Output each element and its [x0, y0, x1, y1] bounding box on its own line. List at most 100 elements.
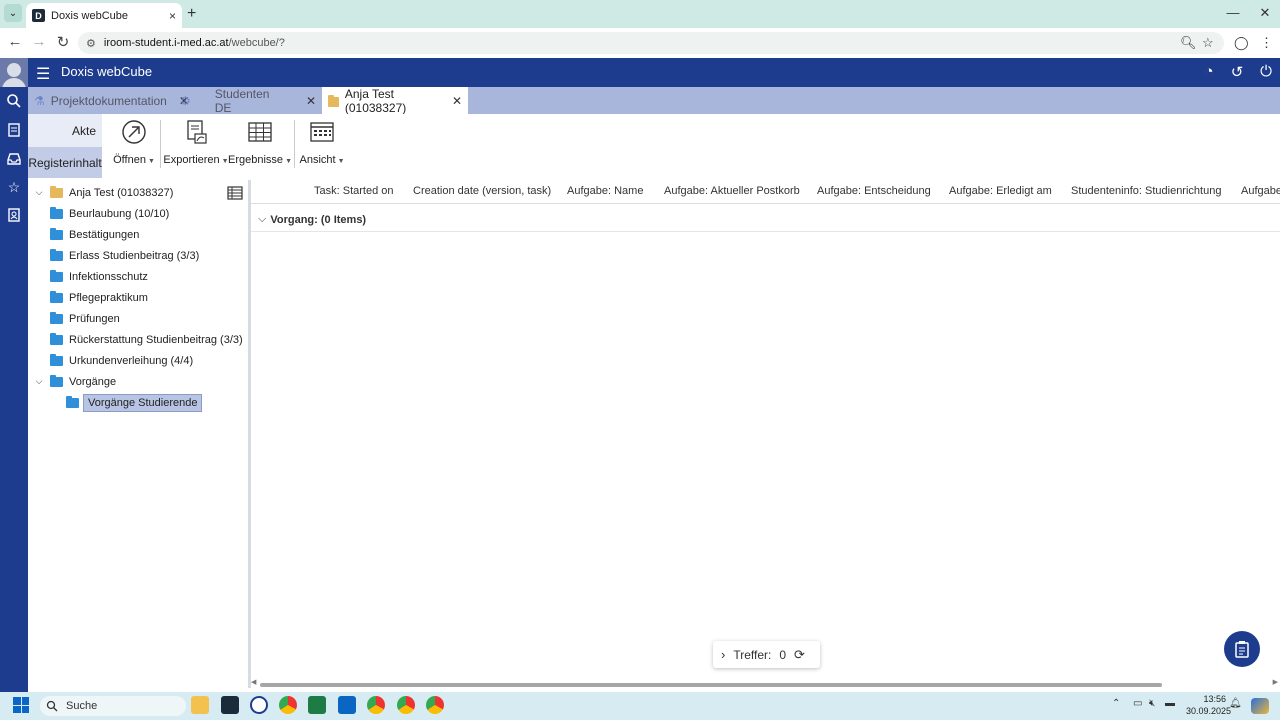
tab-close-icon[interactable]: ✕	[452, 94, 462, 108]
tree-item[interactable]: Bestätigungen	[28, 224, 248, 245]
horizontal-scrollbar[interactable]: ◀ ▶	[251, 678, 1280, 689]
folder-icon	[50, 269, 63, 282]
folder-icon	[50, 311, 63, 324]
hit-count-bar: › Treffer: 0 ⟳	[713, 641, 820, 668]
tree-item[interactable]: Pflegepraktikum	[28, 287, 248, 308]
scroll-left-icon[interactable]: ◀	[251, 678, 256, 686]
ribbon-tab-registerinhalt[interactable]: Registerinhalt	[28, 147, 102, 178]
user-avatar[interactable]	[0, 58, 28, 87]
copilot-icon[interactable]	[1251, 698, 1269, 714]
column-settings-icon[interactable]	[227, 185, 243, 201]
refresh-icon[interactable]: ⟳	[794, 647, 805, 663]
volume-muted-icon[interactable]: 🔇︎	[1149, 698, 1155, 709]
forward-button[interactable]: →	[28, 33, 50, 50]
tab-search-button[interactable]: ⌄	[4, 4, 22, 22]
users-icon: ⚙	[180, 93, 191, 108]
excel-icon[interactable]	[308, 696, 326, 714]
menu-hamburger-icon[interactable]: ☰	[36, 64, 50, 84]
tree-item[interactable]: Infektionsschutz	[28, 266, 248, 287]
oeffnen-button[interactable]: Öffnen ▼	[112, 118, 156, 166]
tab-anja-test[interactable]: Anja Test (01038327) ✕	[322, 87, 468, 115]
ansicht-button[interactable]: Ansicht ▼	[300, 118, 345, 166]
column-header[interactable]: Aufgabe: Entscheidung	[817, 185, 931, 197]
column-header[interactable]: Aufgabe: Aktueller Postkorb	[664, 185, 800, 197]
outlook-icon[interactable]	[338, 696, 356, 714]
new-tab-button[interactable]: +	[187, 5, 196, 23]
terminal-app-icon[interactable]	[221, 696, 239, 714]
export-pdf-icon	[187, 120, 207, 144]
app-icon[interactable]	[250, 696, 268, 714]
history-icon[interactable]: ↺	[1228, 63, 1246, 81]
column-header[interactable]: Aufgabe	[1241, 185, 1280, 197]
tree-item[interactable]: ⌵ Vorgänge	[28, 371, 248, 392]
dashboard-gauge-icon[interactable]: ◔	[1200, 63, 1218, 81]
folder-icon	[50, 227, 63, 240]
column-header[interactable]: Aufgabe: Erledigt am	[949, 185, 1052, 197]
window-minimize-button[interactable]: —	[1218, 5, 1248, 20]
exportieren-button[interactable]: Exportieren ▼	[163, 118, 229, 166]
favorites-star-icon[interactable]: ☆	[5, 179, 23, 197]
chrome-profile-icon[interactable]	[426, 696, 444, 714]
calendar-view-icon	[310, 122, 334, 142]
column-header[interactable]: Studenteninfo: Studienrichtung	[1071, 185, 1221, 197]
column-header[interactable]: Task: Started on	[314, 185, 394, 197]
ribbon-tab-akte[interactable]: Akte	[28, 114, 102, 147]
inbox-icon[interactable]	[5, 151, 23, 169]
taskbar-search-placeholder: Suche	[66, 700, 98, 712]
tab-studenten-de[interactable]: ⚙ Studenten DE ✕	[174, 86, 322, 115]
chrome-profile-icon[interactable]	[397, 696, 415, 714]
chevron-down-icon[interactable]: ⌵	[258, 213, 266, 226]
zoom-icon[interactable]: 🔍︎	[1180, 35, 1197, 51]
collapse-chevron-icon[interactable]: ⌵	[34, 376, 44, 387]
tree-item-vorgaenge-studierende[interactable]: Vorgänge Studierende	[28, 392, 248, 413]
profile-icon[interactable]: ◯	[1234, 35, 1249, 51]
group-row[interactable]: ⌵ Vorgang: (0 Items)	[258, 213, 366, 226]
bookmark-star-icon[interactable]: ☆	[1202, 35, 1214, 51]
collapse-chevron-icon[interactable]: ⌵	[34, 187, 44, 198]
address-bar[interactable]: ⚙ iroom-student.i-med.ac.at/webcube/?	[78, 32, 1224, 54]
network-icon[interactable]: ▭	[1133, 698, 1142, 709]
reload-button[interactable]: ↻	[52, 33, 74, 51]
search-icon[interactable]	[5, 93, 23, 111]
tab-label: Studenten DE	[214, 86, 270, 115]
tree-item[interactable]: Beurlaubung (10/10)	[28, 203, 248, 224]
taskbar-search[interactable]: Suche	[40, 696, 186, 716]
doxis-favicon-icon: D	[32, 9, 45, 22]
column-header[interactable]: Aufgabe: Name	[567, 185, 643, 197]
battery-icon[interactable]: ▬	[1165, 698, 1175, 709]
ergebnisse-button[interactable]: Ergebnisse ▼	[228, 118, 292, 166]
tree-item[interactable]: Urkundenverleihung (4/4)	[28, 350, 248, 371]
browser-tab[interactable]: D Doxis webCube ×	[26, 3, 182, 28]
system-clock[interactable]: 13:56 30.09.2025	[1186, 693, 1231, 717]
browser-menu-icon[interactable]: ⋮	[1260, 35, 1273, 51]
tree-item-label: Pflegepraktikum	[69, 291, 148, 304]
tray-overflow-chevron-icon[interactable]: ⌃	[1112, 698, 1120, 709]
chrome-profile-icon[interactable]	[367, 696, 385, 714]
windows-start-icon[interactable]	[13, 697, 29, 713]
power-icon[interactable]: ⏻	[1257, 63, 1275, 81]
folder-tree: ⌵ Anja Test (01038327) Beurlaubung (10/1…	[28, 180, 248, 688]
open-arrow-icon	[122, 120, 146, 144]
tab-projektdokumentation[interactable]: ⚗ Projektdokumentation ✕	[28, 87, 189, 114]
clipboard-action-button[interactable]	[1224, 631, 1260, 667]
scroll-thumb[interactable]	[260, 683, 1162, 687]
scroll-right-icon[interactable]: ▶	[1273, 678, 1278, 686]
tree-root[interactable]: ⌵ Anja Test (01038327)	[28, 182, 248, 203]
tab-close-icon[interactable]: ✕	[306, 94, 316, 108]
chevron-right-icon[interactable]: ›	[721, 647, 725, 662]
tree-item[interactable]: Prüfungen	[28, 308, 248, 329]
tree-item[interactable]: Rückerstattung Studienbeitrag (3/3)	[28, 329, 248, 350]
chrome-icon[interactable]	[279, 696, 297, 714]
documents-icon[interactable]	[5, 122, 23, 140]
column-header[interactable]: Creation date (version, task)	[413, 185, 551, 197]
notifications-bell-icon[interactable]: 🔔︎	[1229, 698, 1242, 709]
contacts-icon[interactable]	[5, 207, 23, 225]
browser-tab-close-icon[interactable]: ×	[169, 9, 176, 23]
folder-icon	[328, 94, 339, 107]
back-button[interactable]: ←	[4, 33, 26, 50]
site-info-icon[interactable]: ⚙	[86, 37, 96, 50]
file-explorer-icon[interactable]	[191, 696, 209, 714]
panel-splitter[interactable]	[248, 180, 251, 688]
tree-item[interactable]: Erlass Studienbeitrag (3/3)	[28, 245, 248, 266]
window-close-button[interactable]: ✕	[1250, 5, 1280, 21]
